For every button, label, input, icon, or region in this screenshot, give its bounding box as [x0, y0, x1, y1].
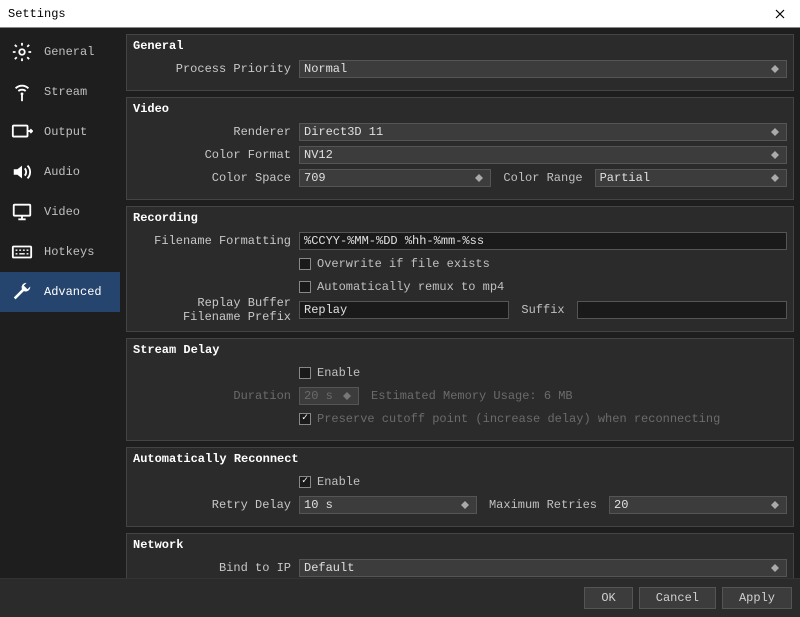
auto-reconnect-enable-label: Enable	[317, 475, 360, 489]
window-title: Settings	[8, 7, 66, 21]
color-space-label: Color Space	[133, 171, 299, 185]
close-button[interactable]	[768, 2, 792, 26]
wrench-icon	[10, 280, 34, 304]
sidebar: General Stream Output Audio Video Hotkey…	[0, 28, 120, 578]
cancel-button[interactable]: Cancel	[639, 587, 716, 609]
color-format-select[interactable]: NV12	[299, 146, 787, 164]
sidebar-item-audio[interactable]: Audio	[0, 152, 120, 192]
bind-ip-label: Bind to IP	[133, 561, 299, 575]
sidebar-item-label: Video	[44, 205, 80, 219]
sidebar-item-label: Output	[44, 125, 87, 139]
sidebar-item-general[interactable]: General	[0, 32, 120, 72]
updown-icon	[768, 501, 782, 509]
group-title: Network	[133, 538, 787, 552]
sidebar-item-label: Hotkeys	[44, 245, 94, 259]
process-priority-select[interactable]: Normal	[299, 60, 787, 78]
group-title: General	[133, 39, 787, 53]
preserve-cutoff-checkbox[interactable]	[299, 413, 311, 425]
retry-delay-label: Retry Delay	[133, 498, 299, 512]
group-title: Automatically Reconnect	[133, 452, 787, 466]
retry-delay-spinner[interactable]: 10 s	[299, 496, 477, 514]
gear-icon	[10, 40, 34, 64]
titlebar: Settings	[0, 0, 800, 28]
remux-label: Automatically remux to mp4	[317, 280, 504, 294]
updown-icon	[768, 174, 782, 182]
antenna-icon	[10, 80, 34, 104]
replay-prefix-input[interactable]	[299, 301, 509, 319]
sidebar-item-label: Advanced	[44, 285, 102, 299]
updown-icon	[340, 392, 354, 400]
updown-icon	[768, 564, 782, 572]
max-retries-spinner[interactable]: 20	[609, 496, 787, 514]
filename-formatting-input[interactable]	[299, 232, 787, 250]
overwrite-label: Overwrite if file exists	[317, 257, 490, 271]
group-auto-reconnect: Automatically Reconnect Enable Retry Del…	[126, 447, 794, 527]
updown-icon	[768, 65, 782, 73]
group-general: General Process Priority Normal	[126, 34, 794, 91]
auto-reconnect-enable-checkbox[interactable]	[299, 476, 311, 488]
renderer-select[interactable]: Direct3D 11	[299, 123, 787, 141]
sidebar-item-stream[interactable]: Stream	[0, 72, 120, 112]
color-range-select[interactable]: Partial	[595, 169, 787, 187]
color-space-select[interactable]: 709	[299, 169, 491, 187]
duration-label: Duration	[133, 389, 299, 403]
apply-button[interactable]: Apply	[722, 587, 792, 609]
group-title: Stream Delay	[133, 343, 787, 357]
overwrite-checkbox[interactable]	[299, 258, 311, 270]
updown-icon	[768, 128, 782, 136]
max-retries-label: Maximum Retries	[483, 498, 603, 512]
renderer-label: Renderer	[133, 125, 299, 139]
output-icon	[10, 120, 34, 144]
estimated-memory-label: Estimated Memory Usage: 6 MB	[365, 389, 579, 403]
process-priority-label: Process Priority	[133, 62, 299, 76]
group-video: Video Renderer Direct3D 11 Color Format …	[126, 97, 794, 200]
sidebar-item-hotkeys[interactable]: Hotkeys	[0, 232, 120, 272]
sidebar-item-label: Stream	[44, 85, 87, 99]
filename-formatting-label: Filename Formatting	[133, 234, 299, 248]
suffix-label: Suffix	[515, 303, 570, 317]
duration-spinner[interactable]: 20 s	[299, 387, 359, 405]
updown-icon	[768, 151, 782, 159]
updown-icon	[472, 174, 486, 182]
replay-prefix-label: Replay Buffer Filename Prefix	[133, 296, 299, 324]
group-stream-delay: Stream Delay Enable Duration 20 s Estima…	[126, 338, 794, 441]
preserve-cutoff-label: Preserve cutoff point (increase delay) w…	[317, 412, 720, 426]
group-network: Network Bind to IP Default Dynamically c…	[126, 533, 794, 578]
stream-delay-enable-checkbox[interactable]	[299, 367, 311, 379]
sidebar-item-video[interactable]: Video	[0, 192, 120, 232]
bind-ip-select[interactable]: Default	[299, 559, 787, 577]
sidebar-item-label: Audio	[44, 165, 80, 179]
group-title: Video	[133, 102, 787, 116]
color-format-label: Color Format	[133, 148, 299, 162]
stream-delay-enable-label: Enable	[317, 366, 360, 380]
speaker-icon	[10, 160, 34, 184]
sidebar-item-advanced[interactable]: Advanced	[0, 272, 120, 312]
group-recording: Recording Filename Formatting Overwrite …	[126, 206, 794, 332]
color-range-label: Color Range	[497, 171, 588, 185]
sidebar-item-output[interactable]: Output	[0, 112, 120, 152]
ok-button[interactable]: OK	[584, 587, 632, 609]
main-panel: General Process Priority Normal Video Re…	[120, 28, 800, 578]
remux-checkbox[interactable]	[299, 281, 311, 293]
keyboard-icon	[10, 240, 34, 264]
replay-suffix-input[interactable]	[577, 301, 787, 319]
group-title: Recording	[133, 211, 787, 225]
updown-icon	[458, 501, 472, 509]
sidebar-item-label: General	[44, 45, 94, 59]
monitor-icon	[10, 200, 34, 224]
footer: OK Cancel Apply	[0, 578, 800, 617]
